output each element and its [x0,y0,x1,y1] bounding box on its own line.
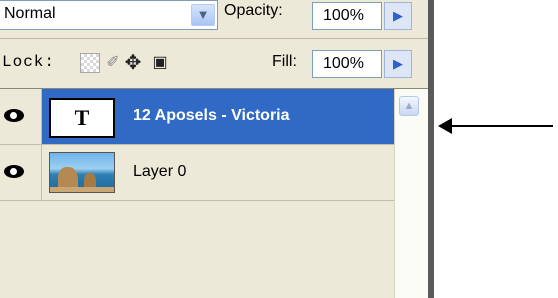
panel-edge [428,0,434,298]
visibility-toggle[interactable] [0,145,42,200]
blend-mode-value: Normal [4,5,56,22]
opacity-input[interactable]: 100% [312,2,382,30]
layer-name[interactable]: Layer 0 [133,163,186,181]
layers-panel: Normal ▼ Opacity: 100% ▶ Lock: ✐ ✥ ▣ Fil… [0,0,428,298]
lock-position-move-icon[interactable]: ✥ [123,53,143,73]
lock-image-brush-icon[interactable]: ✐ [103,53,123,73]
lock-all-padlock-icon[interactable]: ▣ [150,53,170,73]
eye-icon[interactable] [4,165,24,178]
lock-label: Lock: [2,53,56,71]
fill-label: Fill: [272,53,297,70]
opacity-label: Opacity: [224,2,283,19]
chevron-down-icon[interactable]: ▼ [191,4,215,26]
shore-shape [50,187,114,192]
lock-transparent-checkerboard-icon[interactable] [80,53,100,73]
blend-mode-select[interactable]: Normal ▼ [0,0,218,30]
opacity-stepper-triangle-right-icon[interactable]: ▶ [384,2,412,30]
layer-row-selected[interactable]: T 12 Aposels - Victoria [0,89,394,145]
fill-input[interactable]: 100% [312,50,382,78]
scroll-up-arrow-icon[interactable]: ▲ [399,96,419,116]
layer-row[interactable]: Layer 0 [0,145,394,201]
fill-stepper-triangle-right-icon[interactable]: ▶ [384,50,412,78]
text-layer-thumbnail: T [49,98,115,138]
image-layer-thumbnail [49,152,115,193]
eye-icon[interactable] [4,109,24,122]
layers-scrollbar[interactable]: ▲ [394,89,428,298]
annotation-arrow-line [448,125,553,127]
visibility-toggle[interactable] [0,89,42,144]
divider [0,38,428,39]
layers-list: T 12 Aposels - Victoria Layer 0 [0,89,394,298]
layer-name[interactable]: 12 Aposels - Victoria [133,107,290,125]
